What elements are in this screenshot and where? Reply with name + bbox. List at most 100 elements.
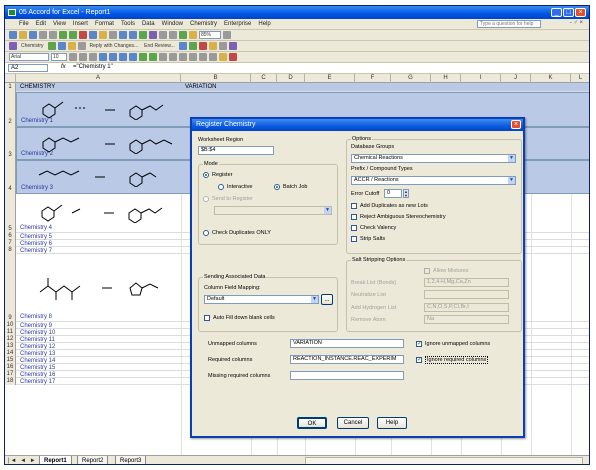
menu-insert[interactable]: Insert <box>73 21 88 27</box>
name-box[interactable]: A2 <box>8 64 48 72</box>
new-icon[interactable] <box>9 31 17 39</box>
reject-ambiguous-checkbox[interactable] <box>351 214 357 220</box>
column-header-c[interactable]: C <box>251 74 277 83</box>
permission-icon[interactable] <box>39 31 47 39</box>
help-button[interactable]: Help <box>377 417 407 429</box>
check-valency-checkbox[interactable] <box>351 225 357 231</box>
merge-center-icon[interactable] <box>129 53 137 61</box>
chemistry-icon[interactable] <box>9 42 17 50</box>
table-icon[interactable] <box>77 42 86 50</box>
neutralize-list-input[interactable] <box>424 290 509 299</box>
delete-icon[interactable] <box>198 42 207 50</box>
row-header[interactable]: 7 <box>5 240 16 247</box>
close-window-button[interactable]: × <box>575 8 586 17</box>
chemistry-menu[interactable]: Chemistry <box>19 43 46 49</box>
row-header[interactable]: 8 <box>5 247 16 254</box>
register-radio[interactable] <box>203 172 209 178</box>
redo-icon[interactable] <box>129 31 137 39</box>
menu-data[interactable]: Data <box>142 21 155 27</box>
register-icon[interactable] <box>57 42 66 50</box>
row-header[interactable]: 10 <box>5 322 16 329</box>
prefix-compound-select[interactable]: ACCR / Reactions ▼ <box>351 176 516 185</box>
column-mapping-select[interactable]: Default ▼ <box>204 295 319 304</box>
add-hydrogen-input[interactable]: C,N,O,S,P,CI,Br,I <box>424 303 509 312</box>
drawing-icon[interactable] <box>189 31 197 39</box>
print-icon[interactable] <box>49 31 57 39</box>
maximize-button[interactable]: □ <box>563 8 574 17</box>
unmapped-columns-input[interactable]: VARIATION <box>290 339 404 348</box>
save-icon[interactable] <box>29 31 37 39</box>
hyperlink-icon[interactable] <box>139 31 147 39</box>
column-header-d[interactable]: D <box>277 74 305 83</box>
decrease-indent-icon[interactable] <box>189 53 197 61</box>
database-groups-select[interactable]: Chemical Reactions ▼ <box>351 154 516 163</box>
increase-decimal-icon[interactable] <box>169 53 177 61</box>
ignore-unmapped-checkbox[interactable] <box>416 340 422 347</box>
send-to-register-radio[interactable] <box>203 196 209 202</box>
dialog-close-button[interactable]: × <box>511 120 521 129</box>
font-size-select[interactable]: 10 <box>51 53 67 61</box>
column-header-h[interactable]: H <box>431 74 461 83</box>
currency-icon[interactable] <box>139 53 147 61</box>
open-icon[interactable] <box>19 31 27 39</box>
help-icon[interactable] <box>223 31 231 39</box>
autosum-icon[interactable] <box>149 31 157 39</box>
menu-file[interactable]: File <box>19 21 29 27</box>
reply-with-changes[interactable]: Reply with Changes... <box>88 43 141 49</box>
row-header[interactable]: 12 <box>5 336 16 343</box>
menu-enterprise[interactable]: Enterprise <box>224 21 251 27</box>
ignore-required-checkbox[interactable] <box>416 356 422 363</box>
error-cutoff-spinner[interactable]: ▲ ▼ <box>403 189 409 198</box>
interactive-radio[interactable] <box>218 184 224 190</box>
font-color-icon[interactable] <box>229 53 237 61</box>
row-header[interactable]: 2 <box>5 92 16 127</box>
review-icon[interactable] <box>178 42 187 50</box>
row-header[interactable]: 16 <box>5 364 16 371</box>
end-review[interactable]: End Review... <box>142 43 177 49</box>
spelling-icon[interactable] <box>69 31 77 39</box>
row-header[interactable]: 4 <box>5 160 16 194</box>
reactions-icon[interactable] <box>208 42 217 50</box>
tab-report3[interactable]: Report3 <box>115 456 147 464</box>
row-header[interactable]: 6 <box>5 233 16 240</box>
align-left-icon[interactable] <box>99 53 107 61</box>
tab-report1[interactable]: Report1 <box>39 456 72 464</box>
allow-mixtures-checkbox[interactable] <box>424 268 430 274</box>
print-preview-icon[interactable] <box>59 31 67 39</box>
fx-icon[interactable]: fx <box>61 64 66 70</box>
ask-question-input[interactable]: Type a question for help <box>477 20 541 28</box>
column-header-a[interactable]: A <box>16 74 181 83</box>
row-header[interactable]: 15 <box>5 357 16 364</box>
menu-edit[interactable]: Edit <box>36 21 46 27</box>
undo-icon[interactable] <box>119 31 127 39</box>
chart-wizard-icon[interactable] <box>179 31 187 39</box>
comma-icon[interactable] <box>159 53 167 61</box>
menu-format[interactable]: Format <box>95 21 114 27</box>
font-name-select[interactable]: Arial <box>9 53 49 61</box>
header-row[interactable]: CHEMISTRY VARIATION <box>16 83 589 92</box>
column-header-j[interactable]: J <box>501 74 531 83</box>
ok-button[interactable]: OK <box>297 417 327 429</box>
formula-input[interactable]: ="Chemistry 1" <box>73 64 113 70</box>
underline-icon[interactable] <box>89 53 97 61</box>
column-header-b[interactable]: B <box>181 74 251 83</box>
check-duplicates-radio[interactable] <box>203 230 209 236</box>
column-header-i[interactable]: I <box>461 74 501 83</box>
row-header[interactable]: 17 <box>5 371 16 378</box>
column-header-k[interactable]: K <box>531 74 571 83</box>
error-cutoff-input[interactable]: 0 <box>384 189 402 198</box>
cancel-button[interactable]: Cancel <box>337 417 369 429</box>
auto-fill-checkbox[interactable] <box>204 315 210 321</box>
menu-chemistry[interactable]: Chemistry <box>190 21 217 27</box>
add-duplicates-checkbox[interactable] <box>351 203 357 209</box>
sort-descending-icon[interactable] <box>169 31 177 39</box>
batch-job-radio[interactable] <box>274 184 280 190</box>
column-header-f[interactable]: F <box>355 74 391 83</box>
minimize-button[interactable]: _ <box>551 8 562 17</box>
sort-ascending-icon[interactable] <box>159 31 167 39</box>
workbook-controls[interactable]: - ♂ × <box>570 20 583 26</box>
menu-window[interactable]: Window <box>162 21 183 27</box>
decrease-decimal-icon[interactable] <box>179 53 187 61</box>
bold-icon[interactable] <box>69 53 77 61</box>
horizontal-scrollbar[interactable] <box>305 457 583 464</box>
